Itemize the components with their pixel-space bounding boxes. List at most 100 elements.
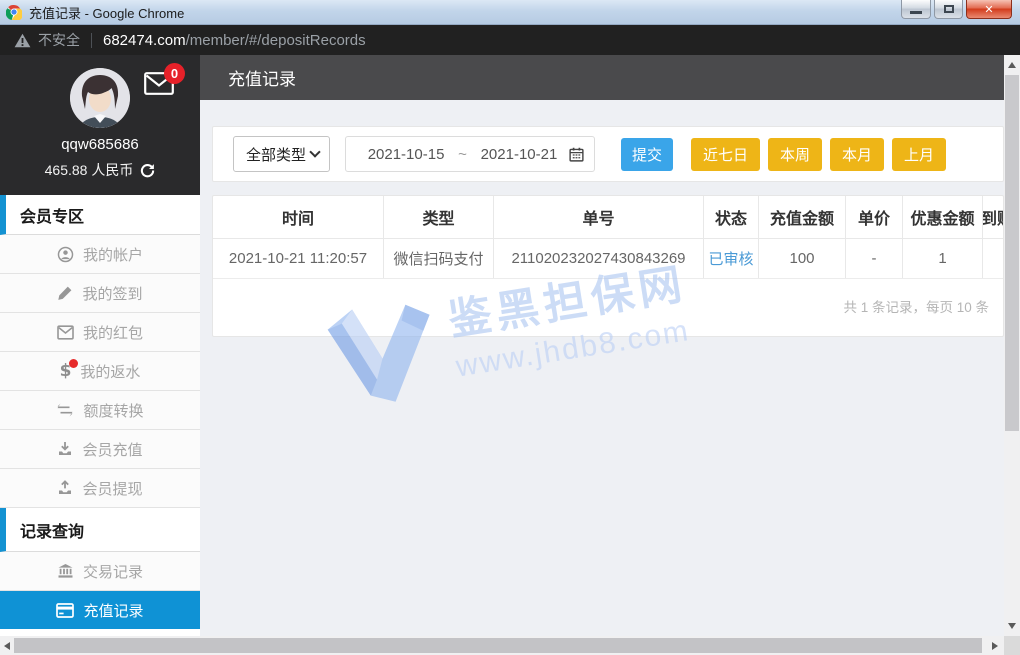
- security-label: 不安全: [38, 30, 80, 50]
- table-row: 2021-10-21 11:20:57 微信扫码支付 2110202320274…: [213, 239, 1003, 279]
- cell-unitprice: -: [846, 239, 903, 278]
- sidebar-section-records: 记录查询: [0, 508, 200, 552]
- user-icon: [57, 246, 74, 263]
- date-range-input[interactable]: 2021-10-15 ~ 2021-10-21: [345, 136, 595, 172]
- notification-dot: [69, 359, 78, 368]
- sidebar-item-label: 交易记录: [83, 561, 143, 582]
- sidebar-item-label: 会员提现: [82, 478, 142, 499]
- envelope-icon: [57, 325, 74, 340]
- cell-amount: 100: [759, 239, 846, 278]
- filter-panel: 全部类型 2021-10-15 ~ 2021-10-21 提交 近七日 本周 本…: [212, 126, 1004, 182]
- sidebar-item-my-account[interactable]: 我的帐户: [0, 235, 200, 274]
- scrollbar-corner: [1004, 636, 1020, 655]
- horizontal-scrollbar[interactable]: [0, 636, 1004, 655]
- arrow-down-icon: [1008, 623, 1016, 629]
- horizontal-scrollbar-thumb[interactable]: [14, 638, 982, 653]
- swap-icon: [56, 403, 74, 417]
- col-header-received: 到账金额: [983, 196, 1004, 238]
- col-header-status: 状态: [704, 196, 759, 238]
- cell-time: 2021-10-21 11:20:57: [213, 239, 384, 278]
- col-header-unitprice: 单价: [846, 196, 903, 238]
- sidebar-item-label: 充值记录: [83, 600, 143, 621]
- refresh-icon[interactable]: [140, 163, 155, 178]
- sidebar-item-quota-transfer[interactable]: 额度转换: [0, 391, 200, 430]
- submit-button[interactable]: 提交: [621, 138, 673, 171]
- sidebar: 0 qqw685686 465.88 人民币 会员专区 我的帐户 我的签到 我的…: [0, 55, 200, 636]
- window-titlebar: 充值记录 - Google Chrome ✕: [0, 0, 1020, 25]
- close-button[interactable]: ✕: [966, 0, 1012, 19]
- profile-panel: 0 qqw685686 465.88 人民币: [0, 55, 200, 195]
- type-select[interactable]: 全部类型: [233, 136, 330, 172]
- url-path: /member/#/depositRecords: [186, 32, 366, 49]
- sidebar-item-label: 额度转换: [83, 400, 143, 421]
- sidebar-item-transaction-records[interactable]: 交易记录: [0, 552, 200, 591]
- maximize-icon: [944, 5, 954, 13]
- col-header-discount: 优惠金额: [903, 196, 983, 238]
- sidebar-item-label: 我的红包: [83, 322, 143, 343]
- records-table: 时间 类型 单号 状态 充值金额 单价 优惠金额 到账金额 2021-10-21…: [212, 195, 1004, 337]
- date-to[interactable]: 2021-10-21: [469, 146, 569, 163]
- scroll-right-button[interactable]: [988, 636, 1002, 655]
- sidebar-item-label: 我的帐户: [83, 244, 143, 265]
- cell-orderno: 211020232027430843269: [494, 239, 704, 278]
- sidebar-item-label: 会员充值: [82, 439, 142, 460]
- chrome-logo-icon: [6, 4, 22, 20]
- scroll-left-button[interactable]: [0, 636, 14, 655]
- browser-window: 充值记录 - Google Chrome ✕ 不安全 682474.com/me…: [0, 0, 1020, 655]
- address-separator: [91, 33, 92, 48]
- sidebar-item-member-deposit[interactable]: 会员充值: [0, 430, 200, 469]
- quick-thismonth-button[interactable]: 本月: [830, 138, 884, 171]
- minimize-button[interactable]: [901, 0, 931, 19]
- cell-received: [983, 239, 1004, 278]
- page-title: 充值记录: [228, 65, 296, 90]
- bank-icon: [57, 563, 74, 579]
- arrow-up-icon: [1008, 62, 1016, 68]
- dollar-icon: $: [60, 361, 72, 381]
- pencil-icon: [57, 285, 73, 301]
- type-select-value: 全部类型: [246, 144, 306, 165]
- maximize-button[interactable]: [934, 0, 963, 19]
- col-header-orderno: 单号: [494, 196, 704, 238]
- main-content: 充值记录 全部类型 2021-10-15 ~ 2021-10-21 提交 近七日…: [200, 55, 1004, 636]
- mail-button[interactable]: 0: [144, 72, 174, 100]
- mail-badge: 0: [164, 63, 185, 84]
- sidebar-item-member-withdraw[interactable]: 会员提现: [0, 469, 200, 508]
- vertical-scrollbar[interactable]: [1004, 55, 1020, 636]
- table-header-row: 时间 类型 单号 状态 充值金额 单价 优惠金额 到账金额: [213, 196, 1003, 239]
- security-status[interactable]: 不安全: [14, 30, 80, 50]
- username: qqw685686: [61, 136, 139, 153]
- minimize-icon: [910, 11, 922, 14]
- chevron-down-icon: [309, 146, 320, 157]
- scroll-down-button[interactable]: [1004, 618, 1020, 634]
- sidebar-item-my-checkin[interactable]: 我的签到: [0, 274, 200, 313]
- cell-discount: 1: [903, 239, 983, 278]
- calendar-icon[interactable]: [569, 147, 584, 162]
- upload-icon: [57, 480, 73, 496]
- date-separator: ~: [456, 146, 469, 163]
- arrow-left-icon: [4, 642, 10, 650]
- scroll-up-button[interactable]: [1004, 57, 1020, 73]
- col-header-time: 时间: [213, 196, 384, 238]
- url-domain: 682474.com: [103, 32, 186, 49]
- card-icon: [56, 603, 74, 618]
- download-icon: [57, 441, 73, 457]
- warning-icon: [14, 33, 31, 48]
- date-from[interactable]: 2021-10-15: [356, 146, 456, 163]
- avatar: [70, 68, 130, 128]
- col-header-type: 类型: [384, 196, 494, 238]
- quick-last7days-button[interactable]: 近七日: [691, 138, 760, 171]
- record-count-summary: 共 1 条记录，每页 10 条: [213, 279, 1003, 316]
- arrow-right-icon: [992, 642, 998, 650]
- quick-thisweek-button[interactable]: 本周: [768, 138, 822, 171]
- cell-status: 已审核: [704, 239, 759, 278]
- close-icon: ✕: [984, 3, 993, 16]
- col-header-amount: 充值金额: [759, 196, 846, 238]
- sidebar-item-deposit-records[interactable]: 充值记录: [0, 591, 200, 629]
- window-title: 充值记录 - Google Chrome: [29, 3, 184, 22]
- vertical-scrollbar-thumb[interactable]: [1005, 75, 1019, 431]
- sidebar-item-my-rebate[interactable]: $ 我的返水: [0, 352, 200, 391]
- sidebar-item-my-redpacket[interactable]: 我的红包: [0, 313, 200, 352]
- sidebar-section-member: 会员专区: [0, 195, 200, 235]
- quick-lastmonth-button[interactable]: 上月: [892, 138, 946, 171]
- address-bar[interactable]: 不安全 682474.com/member/#/depositRecords: [0, 25, 1020, 55]
